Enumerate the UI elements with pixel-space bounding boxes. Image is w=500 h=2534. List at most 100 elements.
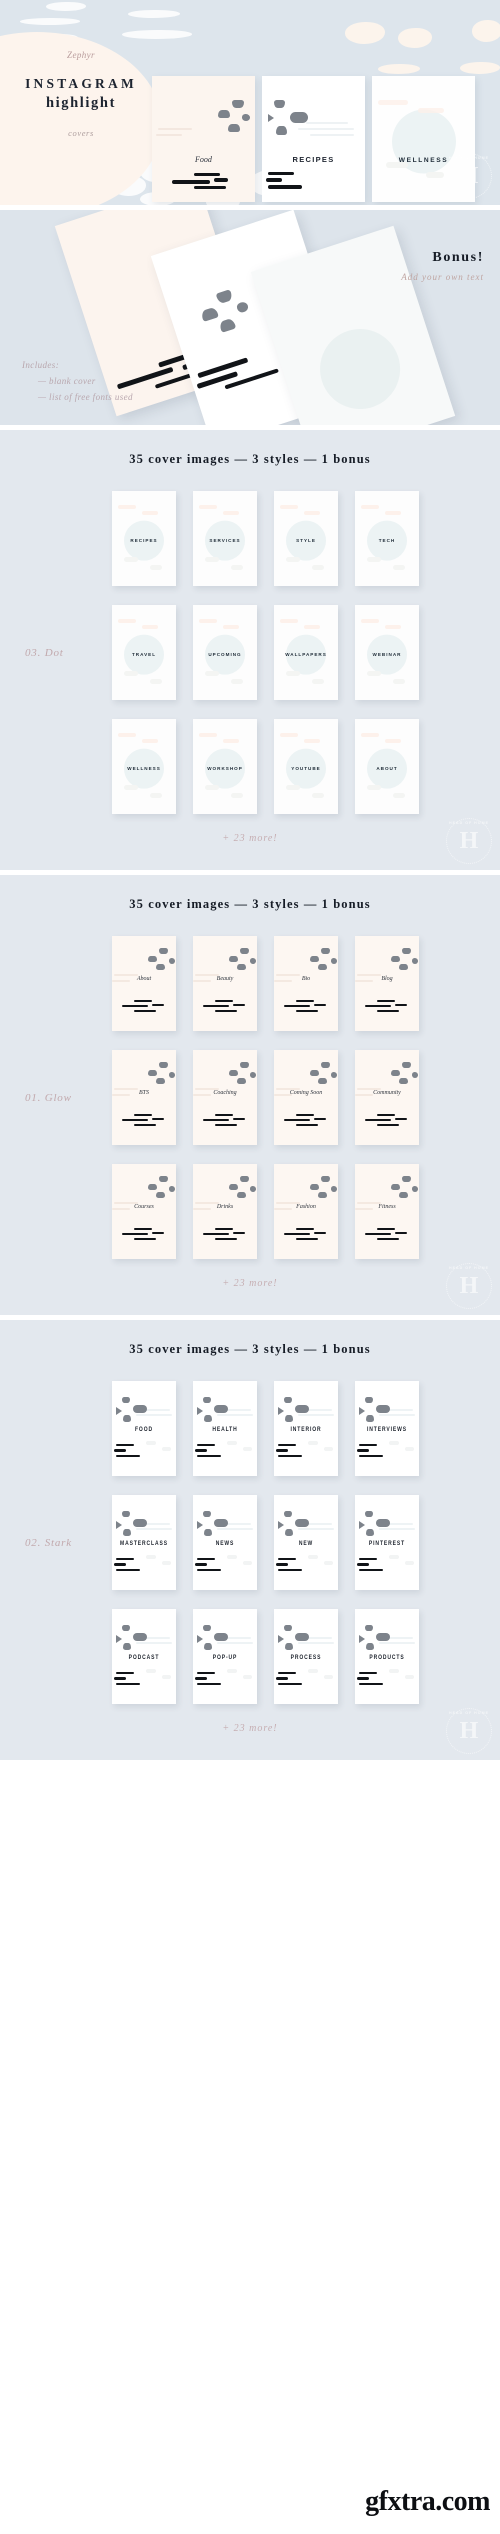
seal-caption: HEAD OF HOME	[449, 1711, 489, 1715]
cover-card[interactable]: PRODUCTS	[355, 1609, 419, 1704]
cover-card[interactable]: WELLNESS	[112, 719, 176, 814]
cover-card[interactable]: POP-UP	[193, 1609, 257, 1704]
includes-heading: Includes:	[22, 360, 60, 370]
cover-card[interactable]: UPCOMING	[193, 605, 257, 700]
cover-card[interactable]: About	[112, 936, 176, 1031]
bonus-subtitle: Add your own text	[401, 272, 484, 282]
cover-card[interactable]: BTS	[112, 1050, 176, 1145]
cover-card-label: PROCESS	[290, 1653, 322, 1662]
cover-card[interactable]: PODCAST	[112, 1609, 176, 1704]
cover-card[interactable]: PINTEREST	[355, 1495, 419, 1590]
hero-subtitle: covers	[68, 128, 94, 138]
petal-cluster-icon	[306, 1176, 338, 1202]
cover-row: WELLNESS WORKSHOP YOUTUBE ABOUT	[112, 719, 500, 814]
more-label: + 23 more!	[222, 1278, 278, 1289]
cover-card[interactable]: TECH	[355, 491, 419, 586]
cover-card-label: Fitness	[378, 1203, 396, 1210]
brand-name: Zephyr	[67, 50, 95, 60]
cover-card-label: Beauty	[216, 975, 234, 982]
cover-card[interactable]: RECIPES	[112, 491, 176, 586]
petal-cluster-icon	[387, 1176, 419, 1202]
cover-row: TRAVEL UPCOMING WALLPAPERS WEBINAR	[112, 605, 500, 700]
cover-card-label: WEBINAR	[372, 651, 402, 657]
petal-cluster-icon	[116, 1511, 154, 1537]
includes-block: Includes: — blank cover — list of free f…	[22, 357, 133, 405]
cover-card[interactable]: SERVICES	[193, 491, 257, 586]
cover-card-label: UPCOMING	[208, 651, 242, 657]
cover-card-label: BTS	[138, 1089, 149, 1096]
petal-cluster-icon	[359, 1511, 397, 1537]
hero-title-line1: INSTAGRAM	[25, 76, 137, 91]
cover-card-label: YOUTUBE	[291, 765, 321, 771]
petal-cluster-icon	[306, 948, 338, 974]
style-label: 01. Glow	[25, 1091, 72, 1104]
seal-watermark: HEAD OF HOME H	[446, 153, 492, 199]
cover-card-label: Community	[373, 1089, 401, 1096]
petal-cluster-icon	[144, 948, 176, 974]
cover-card[interactable]: Community	[355, 1050, 419, 1145]
petal-cluster-icon	[189, 284, 260, 346]
cover-card[interactable]: WALLPAPERS	[274, 605, 338, 700]
cover-card[interactable]: Coming Soon	[274, 1050, 338, 1145]
more-label: + 23 more!	[222, 833, 278, 844]
cover-card-label: INTERVIEWS	[366, 1425, 408, 1434]
cover-rows: FOOD HEALTH INTERIOR INTERVIEWS MASTERCLASS N…	[112, 1381, 500, 1704]
cover-card[interactable]: WORKSHOP	[193, 719, 257, 814]
petal-cluster-icon	[359, 1397, 397, 1423]
petal-cluster-icon	[387, 948, 419, 974]
cover-card[interactable]: WEBINAR	[355, 605, 419, 700]
cover-card[interactable]: YOUTUBE	[274, 719, 338, 814]
cover-card[interactable]: ABOUT	[355, 719, 419, 814]
cover-card-label: POP-UP	[212, 1653, 238, 1662]
cover-card[interactable]: NEWS	[193, 1495, 257, 1590]
style-label: 03. Dot	[25, 646, 64, 659]
cover-card[interactable]: MASTERCLASS	[112, 1495, 176, 1590]
cover-row: PODCAST POP-UP PROCESS PRODUCTS	[112, 1609, 500, 1704]
cover-card[interactable]: Drinks	[193, 1164, 257, 1259]
cover-rows: RECIPES SERVICES STYLE TECH TRAVEL UPCOMING WA…	[112, 491, 500, 814]
cover-card-label: HEALTH	[212, 1425, 238, 1434]
hero-card-label: Food	[195, 155, 212, 165]
seal-watermark: HEAD OF HOME H	[446, 1708, 492, 1754]
petal-cluster-icon	[225, 948, 257, 974]
hero-cover-card-food[interactable]: Food	[152, 76, 255, 202]
cover-card[interactable]: Blog	[355, 936, 419, 1031]
seal-watermark: HEAD OF HOME H	[446, 818, 492, 864]
cover-card[interactable]: Bio	[274, 936, 338, 1031]
cover-card[interactable]: STYLE	[274, 491, 338, 586]
grid-sections-container: 35 cover images — 3 styles — 1 bonus 03. …	[0, 430, 500, 1760]
cover-card-label: Fashion	[296, 1203, 316, 1210]
cover-card[interactable]: PROCESS	[274, 1609, 338, 1704]
petal-cluster-icon	[144, 1176, 176, 1202]
cover-card[interactable]: Courses	[112, 1164, 176, 1259]
petal-cluster-icon	[144, 1062, 176, 1088]
cover-card-label: NEW	[298, 1539, 314, 1548]
cover-card-label: Coaching	[213, 1089, 237, 1096]
gfxtra-watermark: gfxtra.com	[365, 2486, 490, 2517]
petal-cluster-icon	[225, 1062, 257, 1088]
dot-circle-shape	[309, 318, 411, 420]
cover-card[interactable]: HEALTH	[193, 1381, 257, 1476]
style-showcase-section-glow: 35 cover images — 3 styles — 1 bonus 01. …	[0, 875, 500, 1315]
cover-card[interactable]: INTERVIEWS	[355, 1381, 419, 1476]
petal-cluster-icon	[116, 1397, 154, 1423]
cover-row: RECIPES SERVICES STYLE TECH	[112, 491, 500, 586]
cover-card-label: Courses	[134, 1203, 154, 1210]
cover-card[interactable]: INTERIOR	[274, 1381, 338, 1476]
cover-card-label: Drinks	[216, 1203, 234, 1210]
cover-card[interactable]: Fashion	[274, 1164, 338, 1259]
cover-row: FOOD HEALTH INTERIOR INTERVIEWS	[112, 1381, 500, 1476]
cover-card[interactable]: Coaching	[193, 1050, 257, 1145]
petal-cluster-icon	[197, 1625, 235, 1651]
cover-card[interactable]: TRAVEL	[112, 605, 176, 700]
petal-cluster-icon	[278, 1625, 316, 1651]
cover-card[interactable]: Fitness	[355, 1164, 419, 1259]
cover-card[interactable]: NEW	[274, 1495, 338, 1590]
cover-card-label: MASTERCLASS	[120, 1539, 168, 1548]
cover-card[interactable]: Beauty	[193, 936, 257, 1031]
hero-cover-card-recipes[interactable]: RECIPES	[262, 76, 365, 202]
cover-card[interactable]: FOOD	[112, 1381, 176, 1476]
cover-card-label: STYLE	[296, 537, 316, 543]
style-label: 02. Stark	[25, 1536, 72, 1549]
grid-wrap: 01. Glow About Beauty Bio Blog BTS Coaching Com…	[0, 936, 500, 1259]
